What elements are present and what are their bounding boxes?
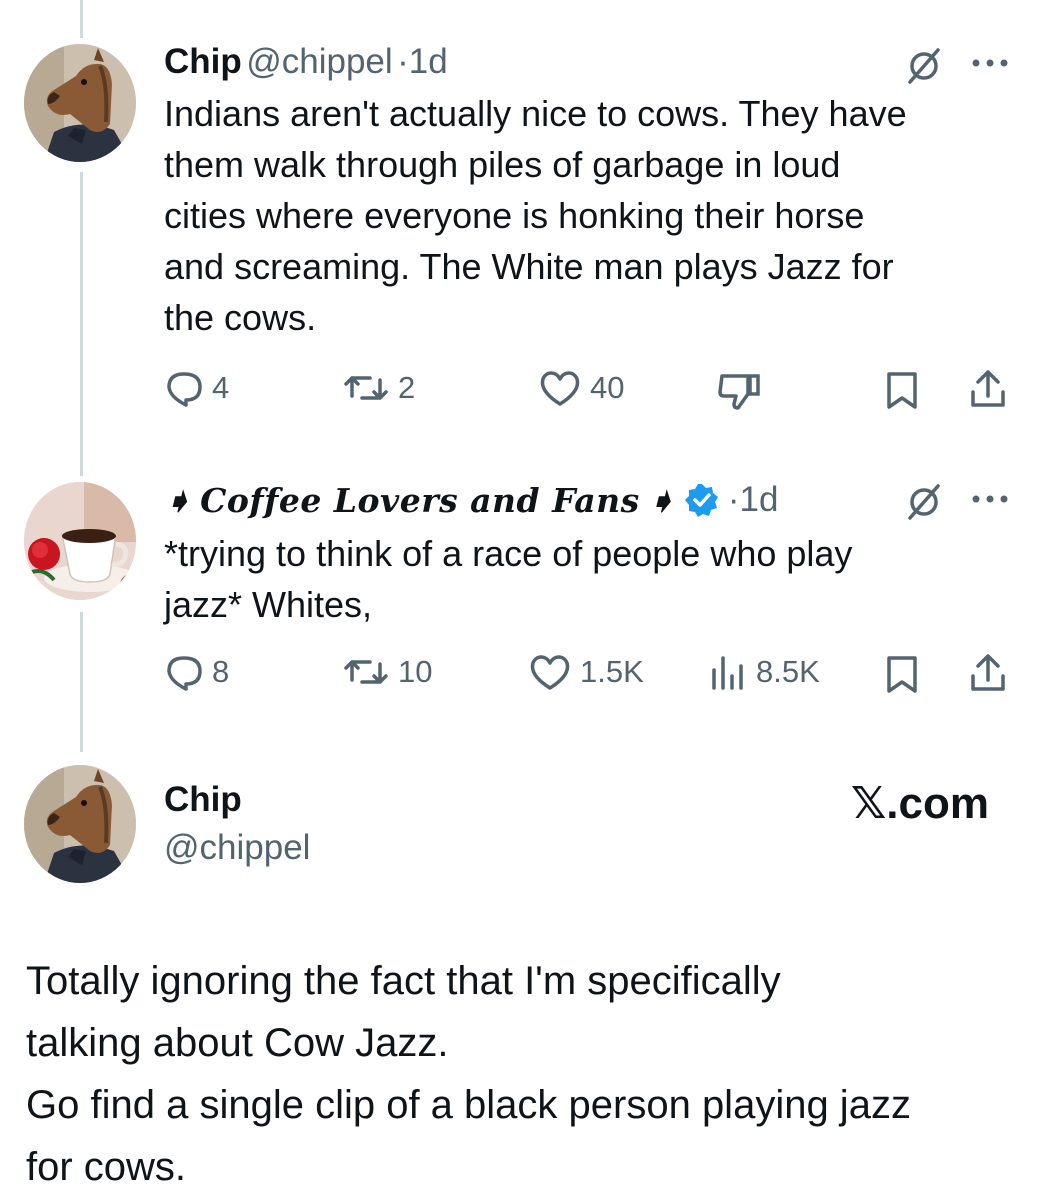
share-button[interactable] [968,368,1008,410]
reply-icon [167,656,202,691]
like-count: 40 [590,370,625,405]
thread-line-middle [80,172,83,476]
card-name[interactable]: Chip [164,780,242,820]
bookmark-button[interactable] [884,370,920,410]
tweet1-handle[interactable]: @chippel [246,42,392,81]
like-button[interactable]: 40 [538,368,624,408]
reply-button[interactable]: 8 [164,652,229,692]
repost-icon [344,660,388,684]
tweet1-text-line: cities where everyone is honking their h… [164,195,865,236]
repost-button[interactable]: 10 [342,652,432,692]
views-icon [712,656,743,690]
tweet2-name-suffix: ➧ [647,480,676,520]
card-text-line: Totally ignoring the fact that I'm speci… [26,959,781,1003]
avatar-coffee-lovers[interactable] [24,482,136,600]
repost-count: 2 [398,370,416,405]
bookmark-icon [887,372,917,409]
views-count: 8.5K [756,654,820,689]
tweet2-name[interactable]: Coffee Lovers and Fans [200,481,640,520]
thread-line-lower [80,612,83,752]
tweet1-text: Indians aren't actually nice to cows. Th… [164,88,1004,343]
tweet1-text-line: the cows. [164,297,317,338]
views-button[interactable]: 8.5K [708,652,820,692]
more-icon[interactable] [970,492,1010,510]
repost-button[interactable]: 2 [342,368,415,408]
tweet1-text-line: them walk through piles of garbage in lo… [164,144,841,185]
dislike-button[interactable] [716,370,762,412]
like-icon [530,655,570,690]
tweet2-text-line: jazz* Whites, [164,584,373,625]
verified-badge-icon [684,484,718,517]
tweet2-text-line: *trying to think of a race of people who… [164,533,853,574]
card-handle[interactable]: @chippel [164,828,310,868]
share-icon [971,370,1005,407]
like-button[interactable]: 1.5K [528,652,644,692]
like-count: 1.5K [580,654,644,689]
more-icon[interactable] [970,56,1010,74]
card-text: Totally ignoring the fact that I'm speci… [26,950,911,1198]
card-text-line: for cows. [26,1145,187,1189]
tweet2-time[interactable]: 1d [739,480,778,520]
repost-count: 10 [398,654,433,689]
bookmark-button[interactable] [884,654,920,694]
bookmark-icon [887,656,917,693]
card-text-line: Go find a single clip of a black person … [26,1083,911,1127]
card-text-line: talking about Cow Jazz. [26,1021,449,1065]
tweet1-time[interactable]: 1d [409,42,448,81]
tweet1-text-line: and screaming. The White man plays Jazz … [164,246,894,287]
reply-count: 8 [212,654,230,689]
tweet2-text: *trying to think of a race of people who… [164,528,1004,630]
tweet2-header: ➧ Coffee Lovers and Fans ➧ · 1d [164,480,778,520]
x-brand-logo: 𝕏.com [850,779,989,828]
tweet1-name[interactable]: Chip [164,42,242,81]
avatar-chip[interactable] [24,44,136,162]
share-button[interactable] [968,652,1008,694]
reply-icon [167,372,202,407]
tweet2-separator: · [727,480,740,519]
avatar-chip[interactable] [24,765,136,883]
share-icon [971,654,1005,691]
thread-line-top [80,0,83,38]
like-icon [540,371,580,406]
tweet1-text-line: Indians aren't actually nice to cows. Th… [164,93,907,134]
grok-icon[interactable] [904,482,944,527]
tweet2-name-prefix: ➧ [164,480,193,520]
dislike-icon [718,374,760,410]
tweet1-header: Chip @chippel ·1d [164,42,448,82]
repost-icon [344,376,388,400]
reply-count: 4 [212,370,230,405]
grok-icon[interactable] [904,46,944,91]
reply-button[interactable]: 4 [164,368,229,408]
tweet1-separator: · [397,42,409,81]
